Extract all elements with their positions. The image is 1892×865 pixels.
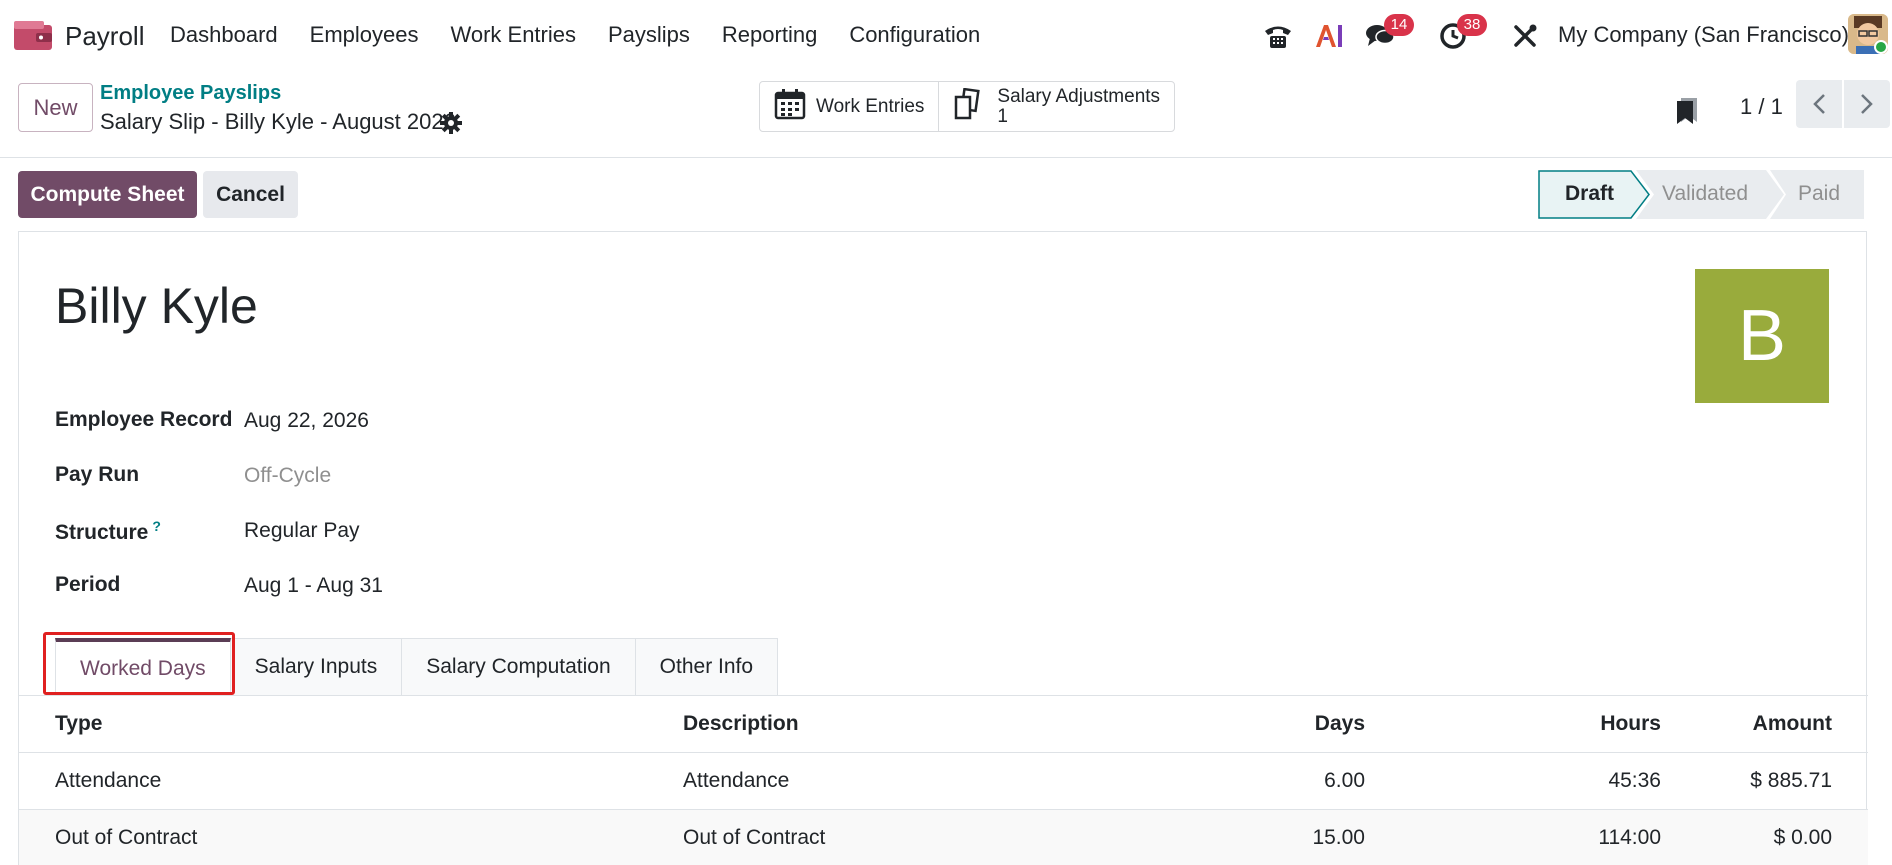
calendar-icon bbox=[774, 88, 806, 126]
smart-buttons: Work Entries Salary Adjustments 1 bbox=[759, 81, 1176, 132]
employee-record-value[interactable]: Aug 22, 2026 bbox=[244, 409, 369, 433]
top-menu: Dashboard Employees Work Entries Payslip… bbox=[170, 22, 1012, 48]
documents-icon bbox=[953, 87, 987, 126]
pay-run-value[interactable]: Off-Cycle bbox=[244, 464, 331, 488]
table-row[interactable]: Attendance Attendance 6.00 45:36 $ 885.7… bbox=[19, 753, 1868, 810]
salary-adjustments-count: 1 bbox=[997, 105, 1008, 127]
row-description: Attendance bbox=[683, 769, 790, 792]
breadcrumb-current: Salary Slip - Billy Kyle - August 2026 bbox=[100, 109, 456, 134]
messages-badge: 14 bbox=[1384, 14, 1414, 36]
menu-payslips[interactable]: Payslips bbox=[608, 22, 690, 48]
structure-value[interactable]: Regular Pay bbox=[244, 519, 360, 543]
table-header: Type Description Days Hours Amount bbox=[19, 696, 1868, 753]
column-type[interactable]: Type bbox=[55, 712, 102, 736]
salary-adjustments-text: Salary Adjustments 1 bbox=[997, 85, 1161, 127]
pager-navigation bbox=[1796, 80, 1890, 128]
row-days: 6.00 bbox=[1324, 769, 1365, 792]
tab-worked-days[interactable]: Worked Days bbox=[55, 638, 231, 695]
row-amount: $ 0.00 bbox=[1773, 826, 1832, 849]
menu-work-entries[interactable]: Work Entries bbox=[450, 22, 576, 48]
ai-icon[interactable] bbox=[1313, 20, 1345, 52]
app-name[interactable]: Payroll bbox=[65, 21, 144, 52]
row-amount: $ 885.71 bbox=[1750, 769, 1832, 792]
row-type: Out of Contract bbox=[55, 826, 198, 849]
tab-salary-computation[interactable]: Salary Computation bbox=[402, 638, 636, 695]
row-description: Out of Contract bbox=[683, 826, 826, 849]
new-button[interactable]: New bbox=[18, 83, 93, 132]
main-navbar: Payroll Dashboard Employees Work Entries… bbox=[0, 0, 1892, 72]
activities-badge: 38 bbox=[1457, 14, 1487, 36]
activities-clock-icon[interactable]: 38 bbox=[1437, 14, 1487, 52]
table-row[interactable]: Out of Contract Out of Contract 15.00 11… bbox=[19, 810, 1868, 865]
pager-value[interactable]: 1 / 1 bbox=[1740, 94, 1783, 120]
chevron-left-icon bbox=[1813, 94, 1825, 114]
salary-adjustments-smart-button[interactable]: Salary Adjustments 1 bbox=[938, 82, 1174, 131]
salary-adjustments-label: Salary Adjustments bbox=[997, 85, 1161, 107]
company-switcher[interactable]: My Company (San Francisco) bbox=[1558, 22, 1849, 48]
tab-salary-inputs[interactable]: Salary Inputs bbox=[230, 638, 403, 695]
messages-icon[interactable]: 14 bbox=[1364, 14, 1414, 52]
stage-paid[interactable]: Paid bbox=[1798, 182, 1840, 206]
employee-name[interactable]: Billy Kyle bbox=[55, 277, 258, 335]
pager-next-button[interactable] bbox=[1844, 80, 1890, 128]
chevron-right-icon bbox=[1861, 94, 1873, 114]
row-days: 15.00 bbox=[1312, 826, 1365, 849]
structure-label: Structure? bbox=[55, 518, 161, 545]
pay-run-label: Pay Run bbox=[55, 463, 140, 486]
cancel-button[interactable]: Cancel bbox=[203, 171, 298, 218]
structure-label-text: Structure bbox=[55, 521, 149, 544]
payroll-app-icon[interactable] bbox=[14, 21, 52, 50]
row-type: Attendance bbox=[55, 769, 162, 792]
notebook-tabs: Worked Days Salary Inputs Salary Computa… bbox=[55, 638, 779, 695]
gear-icon[interactable] bbox=[440, 112, 462, 134]
menu-configuration[interactable]: Configuration bbox=[849, 22, 980, 48]
menu-dashboard[interactable]: Dashboard bbox=[170, 22, 278, 48]
pager-previous-button[interactable] bbox=[1796, 80, 1842, 128]
menu-employees[interactable]: Employees bbox=[310, 22, 419, 48]
breadcrumb-parent-link[interactable]: Employee Payslips bbox=[100, 82, 281, 105]
phone-icon[interactable] bbox=[1262, 20, 1294, 52]
stage-validated[interactable]: Validated bbox=[1662, 182, 1748, 206]
tab-other-info[interactable]: Other Info bbox=[635, 638, 779, 695]
menu-reporting[interactable]: Reporting bbox=[722, 22, 817, 48]
row-hours: 114:00 bbox=[1598, 826, 1661, 849]
online-status-dot bbox=[1874, 40, 1888, 54]
structure-help-icon[interactable]: ? bbox=[152, 518, 161, 534]
work-entries-label: Work Entries bbox=[816, 95, 925, 117]
period-label: Period bbox=[55, 573, 121, 596]
control-panel: New Employee Payslips Salary Slip - Bill… bbox=[0, 72, 1892, 158]
compute-sheet-button[interactable]: Compute Sheet bbox=[18, 171, 197, 218]
column-days[interactable]: Days bbox=[1315, 712, 1365, 736]
worked-days-table: Type Description Days Hours Amount Atten… bbox=[19, 696, 1868, 865]
work-entries-smart-button[interactable]: Work Entries bbox=[760, 82, 938, 131]
column-description[interactable]: Description bbox=[683, 712, 799, 736]
column-hours[interactable]: Hours bbox=[1600, 712, 1661, 736]
employee-record-label: Employee Record bbox=[55, 408, 233, 431]
bookmark-icon[interactable] bbox=[1676, 96, 1698, 124]
period-value[interactable]: Aug 1 - Aug 31 bbox=[244, 574, 383, 598]
tools-icon[interactable] bbox=[1509, 20, 1541, 52]
column-amount[interactable]: Amount bbox=[1753, 712, 1832, 736]
form-sheet: Billy Kyle B Employee Record Aug 22, 202… bbox=[18, 231, 1868, 865]
employee-avatar[interactable]: B bbox=[1695, 269, 1829, 403]
stage-draft[interactable]: Draft bbox=[1565, 182, 1614, 206]
row-hours: 45:36 bbox=[1608, 769, 1661, 792]
